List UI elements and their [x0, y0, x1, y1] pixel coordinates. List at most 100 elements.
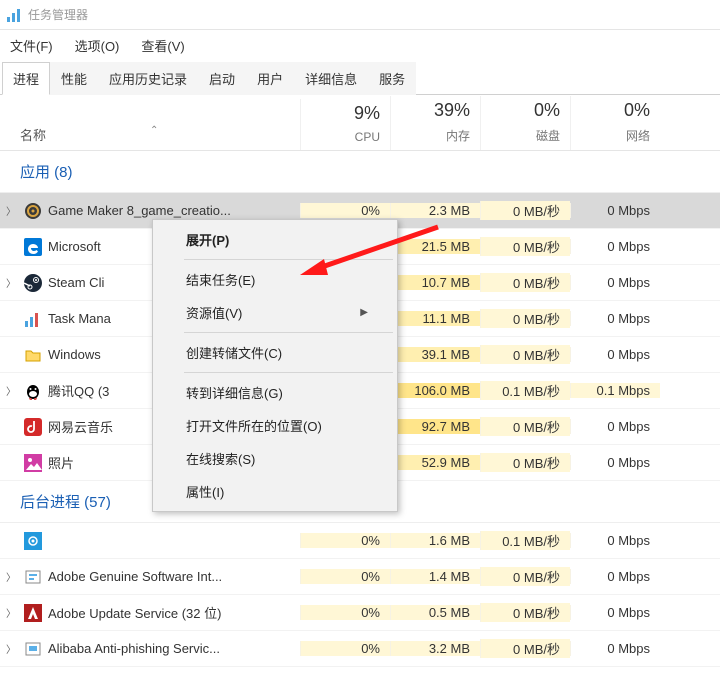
- col-name[interactable]: ⌃ 名称: [0, 121, 300, 150]
- ctx-expand-label: 展开(P): [186, 230, 229, 249]
- context-menu: 展开(P) 结束任务(E) 资源值(V)▶ 创建转储文件(C) 转到详细信息(G…: [152, 219, 398, 512]
- table-row[interactable]: 〉 Adobe Genuine Software Int... 0% 1.4 M…: [0, 559, 720, 595]
- cell-disk: 0 MB/秒: [480, 417, 570, 436]
- cell-net: 0.1 Mbps: [570, 383, 660, 398]
- ctx-openloc-label: 打开文件所在的位置(O): [186, 416, 322, 435]
- chevron-right-icon[interactable]: 〉: [4, 383, 18, 398]
- ctx-open-location[interactable]: 打开文件所在的位置(O): [156, 409, 394, 442]
- ctx-properties[interactable]: 属性(I): [156, 475, 394, 508]
- table-row[interactable]: 〉 Adobe Update Service (32 位) 0% 0.5 MB …: [0, 595, 720, 631]
- tab-performance[interactable]: 性能: [50, 62, 98, 95]
- ctx-expand[interactable]: 展开(P): [156, 223, 394, 256]
- cell-net: 0 Mbps: [570, 641, 660, 656]
- cell-disk: 0 MB/秒: [480, 345, 570, 364]
- col-net[interactable]: 0% 网络: [570, 96, 660, 150]
- cell-mem: 0.5 MB: [390, 605, 480, 620]
- separator: [184, 332, 393, 333]
- adobe-ags-icon: [24, 568, 42, 586]
- chevron-right-icon[interactable]: 〉: [4, 569, 18, 584]
- taskmgr-icon: [24, 310, 42, 328]
- tab-startup[interactable]: 启动: [198, 62, 246, 95]
- cell-disk: 0 MB/秒: [480, 237, 570, 256]
- steam-icon: [24, 274, 42, 292]
- chevron-right-icon[interactable]: 〉: [4, 605, 18, 620]
- menu-options[interactable]: 选项(O): [69, 32, 126, 59]
- menubar: 文件(F) 选项(O) 查看(V): [0, 30, 720, 61]
- col-disk-pct: 0%: [534, 100, 560, 121]
- menu-file[interactable]: 文件(F): [4, 32, 59, 59]
- col-mem-label: 内存: [446, 127, 470, 144]
- table-row[interactable]: 〉 Alibaba Anti-phishing Servic... 0% 3.2…: [0, 631, 720, 667]
- cell-disk: 0 MB/秒: [480, 309, 570, 328]
- chevron-right-icon[interactable]: 〉: [4, 275, 18, 290]
- cell-disk: 0 MB/秒: [480, 273, 570, 292]
- cell-mem: 3.2 MB: [390, 641, 480, 656]
- ctx-search-online[interactable]: 在线搜索(S): [156, 442, 394, 475]
- cell-mem: 39.1 MB: [390, 347, 480, 362]
- process-name: Alibaba Anti-phishing Servic...: [48, 641, 220, 656]
- ctx-goto-details[interactable]: 转到详细信息(G): [156, 376, 394, 409]
- cell-cpu: 0%: [300, 533, 390, 548]
- ctx-end-task-label: 结束任务(E): [186, 270, 255, 289]
- cell-net: 0 Mbps: [570, 347, 660, 362]
- tab-users[interactable]: 用户: [246, 62, 294, 95]
- process-name: Task Mana: [48, 311, 111, 326]
- separator: [184, 259, 393, 260]
- cell-disk: 0 MB/秒: [480, 567, 570, 586]
- chevron-right-icon: ▶: [360, 307, 368, 318]
- col-disk-label: 磁盘: [536, 127, 560, 144]
- cell-mem: 1.6 MB: [390, 533, 480, 548]
- tab-details[interactable]: 详细信息: [294, 62, 368, 95]
- col-mem[interactable]: 39% 内存: [390, 96, 480, 150]
- table-row[interactable]: 〉 0% 1.6 MB 0.1 MB/秒 0 Mbps: [0, 523, 720, 559]
- menu-view[interactable]: 查看(V): [135, 32, 190, 59]
- ctx-create-dump[interactable]: 创建转储文件(C): [156, 336, 394, 369]
- tab-row: 进程 性能 应用历史记录 启动 用户 详细信息 服务: [0, 61, 720, 95]
- cell-mem: 11.1 MB: [390, 311, 480, 326]
- tab-processes[interactable]: 进程: [2, 62, 50, 95]
- cell-disk: 0 MB/秒: [480, 639, 570, 658]
- chevron-right-icon[interactable]: 〉: [4, 641, 18, 656]
- gamemaker-icon: [24, 202, 42, 220]
- ctx-resource-values[interactable]: 资源值(V)▶: [156, 296, 394, 329]
- cell-net: 0 Mbps: [570, 275, 660, 290]
- cell-disk: 0.1 MB/秒: [480, 531, 570, 550]
- separator: [184, 372, 393, 373]
- tab-services[interactable]: 服务: [368, 62, 416, 95]
- process-name: 腾讯QQ (3: [48, 381, 109, 400]
- ctx-end-task[interactable]: 结束任务(E): [156, 263, 394, 296]
- col-net-pct: 0%: [624, 100, 650, 121]
- cell-mem: 21.5 MB: [390, 239, 480, 254]
- cell-disk: 0 MB/秒: [480, 201, 570, 220]
- gear-icon: [24, 532, 42, 550]
- process-name: Microsoft: [48, 239, 101, 254]
- app-icon: [6, 7, 22, 23]
- ctx-props-label: 属性(I): [186, 482, 224, 501]
- chevron-right-icon[interactable]: 〉: [4, 203, 18, 218]
- cell-net: 0 Mbps: [570, 311, 660, 326]
- col-cpu[interactable]: 9% CPU: [300, 99, 390, 150]
- process-name: Game Maker 8_game_creatio...: [48, 203, 231, 218]
- process-name: Steam Cli: [48, 275, 104, 290]
- cell-mem: 2.3 MB: [390, 203, 480, 218]
- cell-net: 0 Mbps: [570, 239, 660, 254]
- photos-icon: [24, 454, 42, 472]
- edge-icon: [24, 238, 42, 256]
- col-mem-pct: 39%: [434, 100, 470, 121]
- cell-net: 0 Mbps: [570, 419, 660, 434]
- cell-mem: 92.7 MB: [390, 419, 480, 434]
- col-disk[interactable]: 0% 磁盘: [480, 96, 570, 150]
- cell-disk: 0 MB/秒: [480, 453, 570, 472]
- cell-net: 0 Mbps: [570, 455, 660, 470]
- sort-caret-icon: ⌃: [150, 125, 158, 136]
- group-apps: 应用 (8): [0, 151, 720, 193]
- cell-net: 0 Mbps: [570, 605, 660, 620]
- column-header-row: ⌃ 名称 9% CPU 39% 内存 0% 磁盘 0% 网络: [0, 95, 720, 151]
- netease-icon: [24, 418, 42, 436]
- cell-mem: 106.0 MB: [390, 383, 480, 398]
- col-net-label: 网络: [626, 127, 650, 144]
- ctx-details-label: 转到详细信息(G): [186, 383, 283, 402]
- folder-icon: [24, 346, 42, 364]
- cell-mem: 10.7 MB: [390, 275, 480, 290]
- tab-apphistory[interactable]: 应用历史记录: [98, 62, 198, 95]
